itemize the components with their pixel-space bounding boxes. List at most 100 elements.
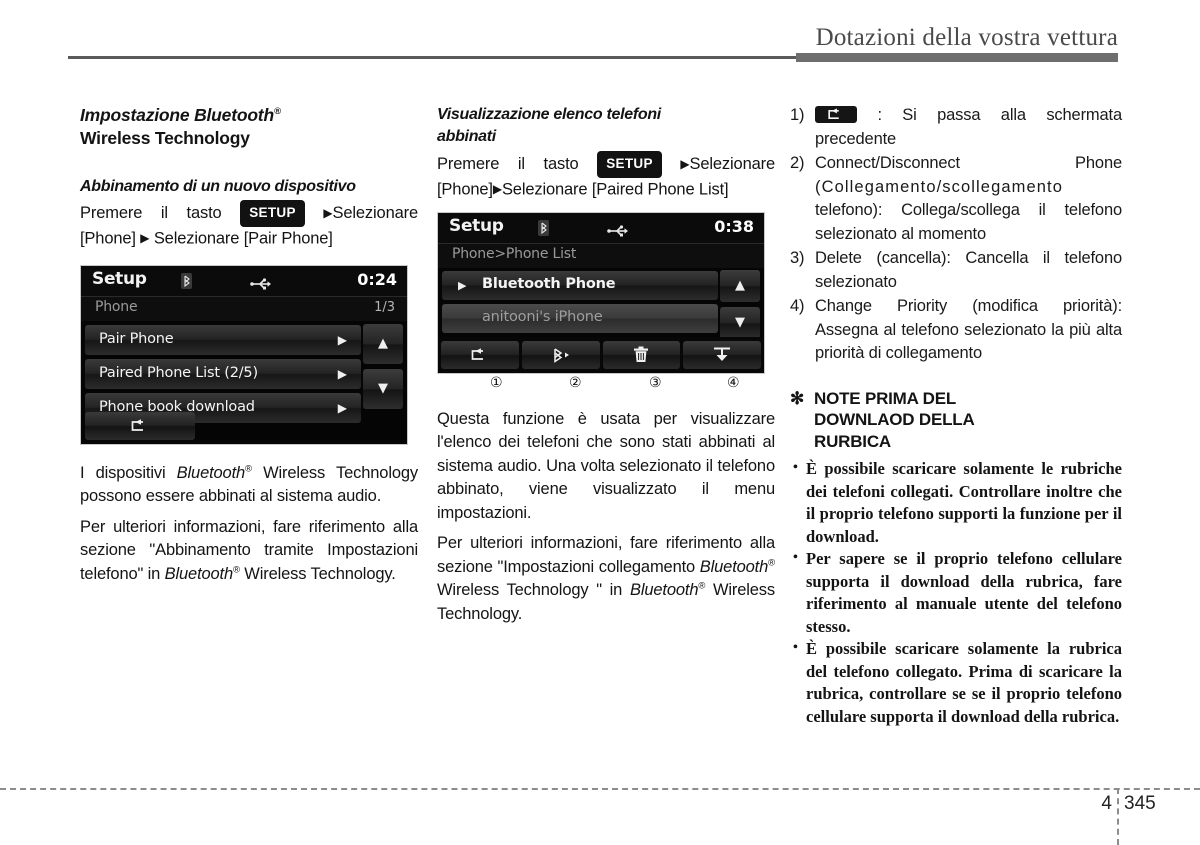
screen1-breadcrumb: Phone — [95, 298, 138, 315]
section-heading-line2: Wireless Technology — [80, 128, 250, 148]
callout-4: ④ — [727, 374, 740, 391]
column-right: 1) : Si passa alla schermata precedente … — [790, 104, 1122, 728]
screen2-phone-list: ▶ Bluetooth Phone anitooni's iPhone — [438, 268, 764, 333]
paragraph-devices: I dispositivi Bluetooth® Wireless Techno… — [80, 462, 418, 509]
note-bullet-text: Per sapere se il proprio telefono cellul… — [806, 549, 1122, 636]
screen1-back-button[interactable] — [85, 411, 195, 440]
play-marker-icon: ▶ — [458, 278, 467, 292]
note-bullet-text: È possibile scaricare solamente le rubri… — [806, 459, 1122, 546]
manual-page: Dotazioni della vostra vettura Impostazi… — [0, 0, 1200, 845]
instr-prefix: Premere il tasto — [437, 155, 579, 173]
trash-can-icon — [634, 346, 649, 362]
instr-post1: [Phone] — [437, 180, 493, 198]
toolbar-connect-disconnect-button[interactable] — [521, 340, 600, 369]
back-arrow-icon — [471, 347, 483, 360]
para1-bluetooth: Bluetooth — [176, 463, 246, 482]
setup-button-badge[interactable]: SETUP — [597, 151, 662, 178]
footer-vertical-divider — [1117, 788, 1119, 845]
page-header: Dotazioni della vostra vettura — [0, 0, 1200, 66]
screen2-breadcrumb-bar: Phone>Phone List — [438, 243, 764, 268]
para2-bluetooth-2: Bluetooth — [629, 581, 699, 599]
note-title-line2: DOWNLAOD DELLA — [814, 410, 975, 429]
callout-3: ③ — [649, 374, 662, 391]
instr-post1: [Phone] — [80, 229, 136, 247]
screen2-toolbar — [438, 336, 764, 373]
header-rule-thin — [68, 56, 796, 59]
chevron-right-icon: ▶ — [337, 400, 347, 415]
screen1-clock: 0:24 — [357, 269, 397, 289]
subheading-line2: abbinati — [437, 128, 496, 145]
scroll-up-button[interactable]: ▲ — [720, 269, 760, 302]
bluetooth-connect-icon — [553, 347, 569, 363]
scroll-down-button[interactable]: ▼ — [363, 368, 403, 409]
usb-icon — [607, 222, 629, 241]
para2-bluetooth-1: Bluetooth — [699, 557, 769, 576]
instr-post2: Selezionare [Pair Phone] — [153, 229, 333, 247]
registered-mark: ® — [768, 557, 775, 568]
arrow-right-icon-2: ▶ — [492, 181, 502, 196]
legend-text: Change Priority (modifica priorità): Ass… — [815, 297, 1122, 362]
para2-b: Wireless Technology. — [239, 564, 396, 583]
subsection-heading-pairing: Abbinamento di un nuovo dispositivo — [80, 178, 356, 195]
back-arrow-icon — [131, 418, 143, 431]
note-bullet-item: • È possibile scaricare solamente le rub… — [790, 458, 1122, 548]
paragraph-more-info-2: Per ulteriori informazioni, fare riferim… — [437, 532, 775, 626]
screen2-clock: 0:38 — [714, 216, 754, 236]
arrow-right-icon: ▶ — [680, 156, 690, 171]
bluetooth-icon — [538, 219, 549, 236]
legend-number: 3) — [790, 249, 805, 267]
arrow-right-icon-2: ▶ — [140, 230, 150, 245]
screen1-menu-item-paired-phone-list[interactable]: Paired Phone List (2/5) ▶ — [85, 358, 361, 389]
registered-mark: ® — [245, 463, 252, 474]
head-unit-screenshot-setup-phone: Setup 0:24 Phone 1/3 Pair Phone ▶ Paired… — [80, 264, 408, 445]
chevron-right-icon: ▶ — [337, 332, 347, 347]
header-rule-thick — [796, 53, 1118, 62]
legend-item-3: 3) Delete (cancella): Cancella il telefo… — [790, 247, 1122, 294]
paragraph-function-description: Questa funzione è usata per visualizzare… — [437, 409, 775, 522]
screen2-list-item-anitoonis-iphone[interactable]: anitooni's iPhone — [442, 303, 718, 333]
page-title: Dotazioni della vostra vettura — [815, 24, 1118, 51]
screen2-status-bar: Setup 0:38 — [438, 212, 764, 244]
scroll-up-button[interactable]: ▲ — [363, 323, 403, 364]
phone-list-instruction: Premere il tasto SETUP ▶Selezionare [Pho… — [437, 151, 775, 202]
screen1-menu-item-pair-phone[interactable]: Pair Phone ▶ — [85, 324, 361, 355]
toolbar-back-button[interactable] — [441, 340, 519, 369]
note-block: ✻ NOTE PRIMA DEL DOWNLAOD DELLA RURBICA … — [790, 388, 1122, 729]
legend-text-a: Connect/Disconnect — [815, 154, 960, 172]
section-heading: Impostazione Bluetooth® Wireless Technol… — [80, 104, 418, 150]
legend-text-wide: (Collegamento/scollegamento — [815, 177, 1063, 196]
list-item-label: anitooni's iPhone — [482, 308, 603, 325]
callout-1: ① — [490, 374, 503, 391]
legend-text-b: telefono): Collega/scollega il telefono … — [815, 201, 1122, 243]
asterisk-icon: ✻ — [790, 388, 805, 408]
para2-b: Wireless Technology " in — [437, 581, 630, 599]
screen2-list-item-bluetooth-phone[interactable]: ▶ Bluetooth Phone — [442, 270, 718, 300]
back-button-badge — [815, 106, 857, 123]
toolbar-change-priority-button[interactable] — [683, 340, 761, 369]
back-arrow-icon — [828, 108, 839, 119]
footer-divider — [0, 788, 1200, 790]
note-title-line3: RURBICA — [814, 431, 891, 451]
screen2-scrollbar[interactable]: ▲ ▼ — [720, 269, 760, 339]
setup-button-badge[interactable]: SETUP — [240, 200, 305, 227]
callout-2: ② — [569, 374, 582, 391]
note-bullet-text: È possibile scaricare solamente la rubri… — [806, 639, 1122, 726]
change-priority-icon — [714, 347, 731, 361]
legend-text: Delete (cancella): Cancella il telefono … — [815, 249, 1122, 291]
legend-text: : Si passa alla schermata precedente — [815, 106, 1122, 148]
menu-item-label: Pair Phone — [99, 330, 174, 347]
screen1-scrollbar[interactable]: ▲ ▼ — [363, 323, 403, 409]
screen1-menu-list: Pair Phone ▶ Paired Phone List (2/5) ▶ P… — [81, 321, 407, 423]
screen1-title: Setup — [92, 268, 147, 289]
screen2-breadcrumb: Phone>Phone List — [452, 245, 577, 262]
toolbar-legend-list: 1) : Si passa alla schermata precedente … — [790, 104, 1122, 366]
instr-mid: Selezionare — [332, 204, 419, 222]
scroll-down-button[interactable]: ▼ — [720, 306, 760, 339]
legend-number: 1) — [790, 106, 805, 124]
screen1-status-bar: Setup 0:24 — [81, 265, 407, 297]
list-item-label: Bluetooth Phone — [482, 275, 616, 292]
subsection-heading-phone-list: Visualizzazione elenco telefoni abbinati — [437, 104, 775, 148]
bullet-icon: • — [793, 550, 798, 565]
note-title-line1: NOTE PRIMA DEL — [814, 388, 957, 408]
toolbar-delete-button[interactable] — [602, 340, 681, 369]
